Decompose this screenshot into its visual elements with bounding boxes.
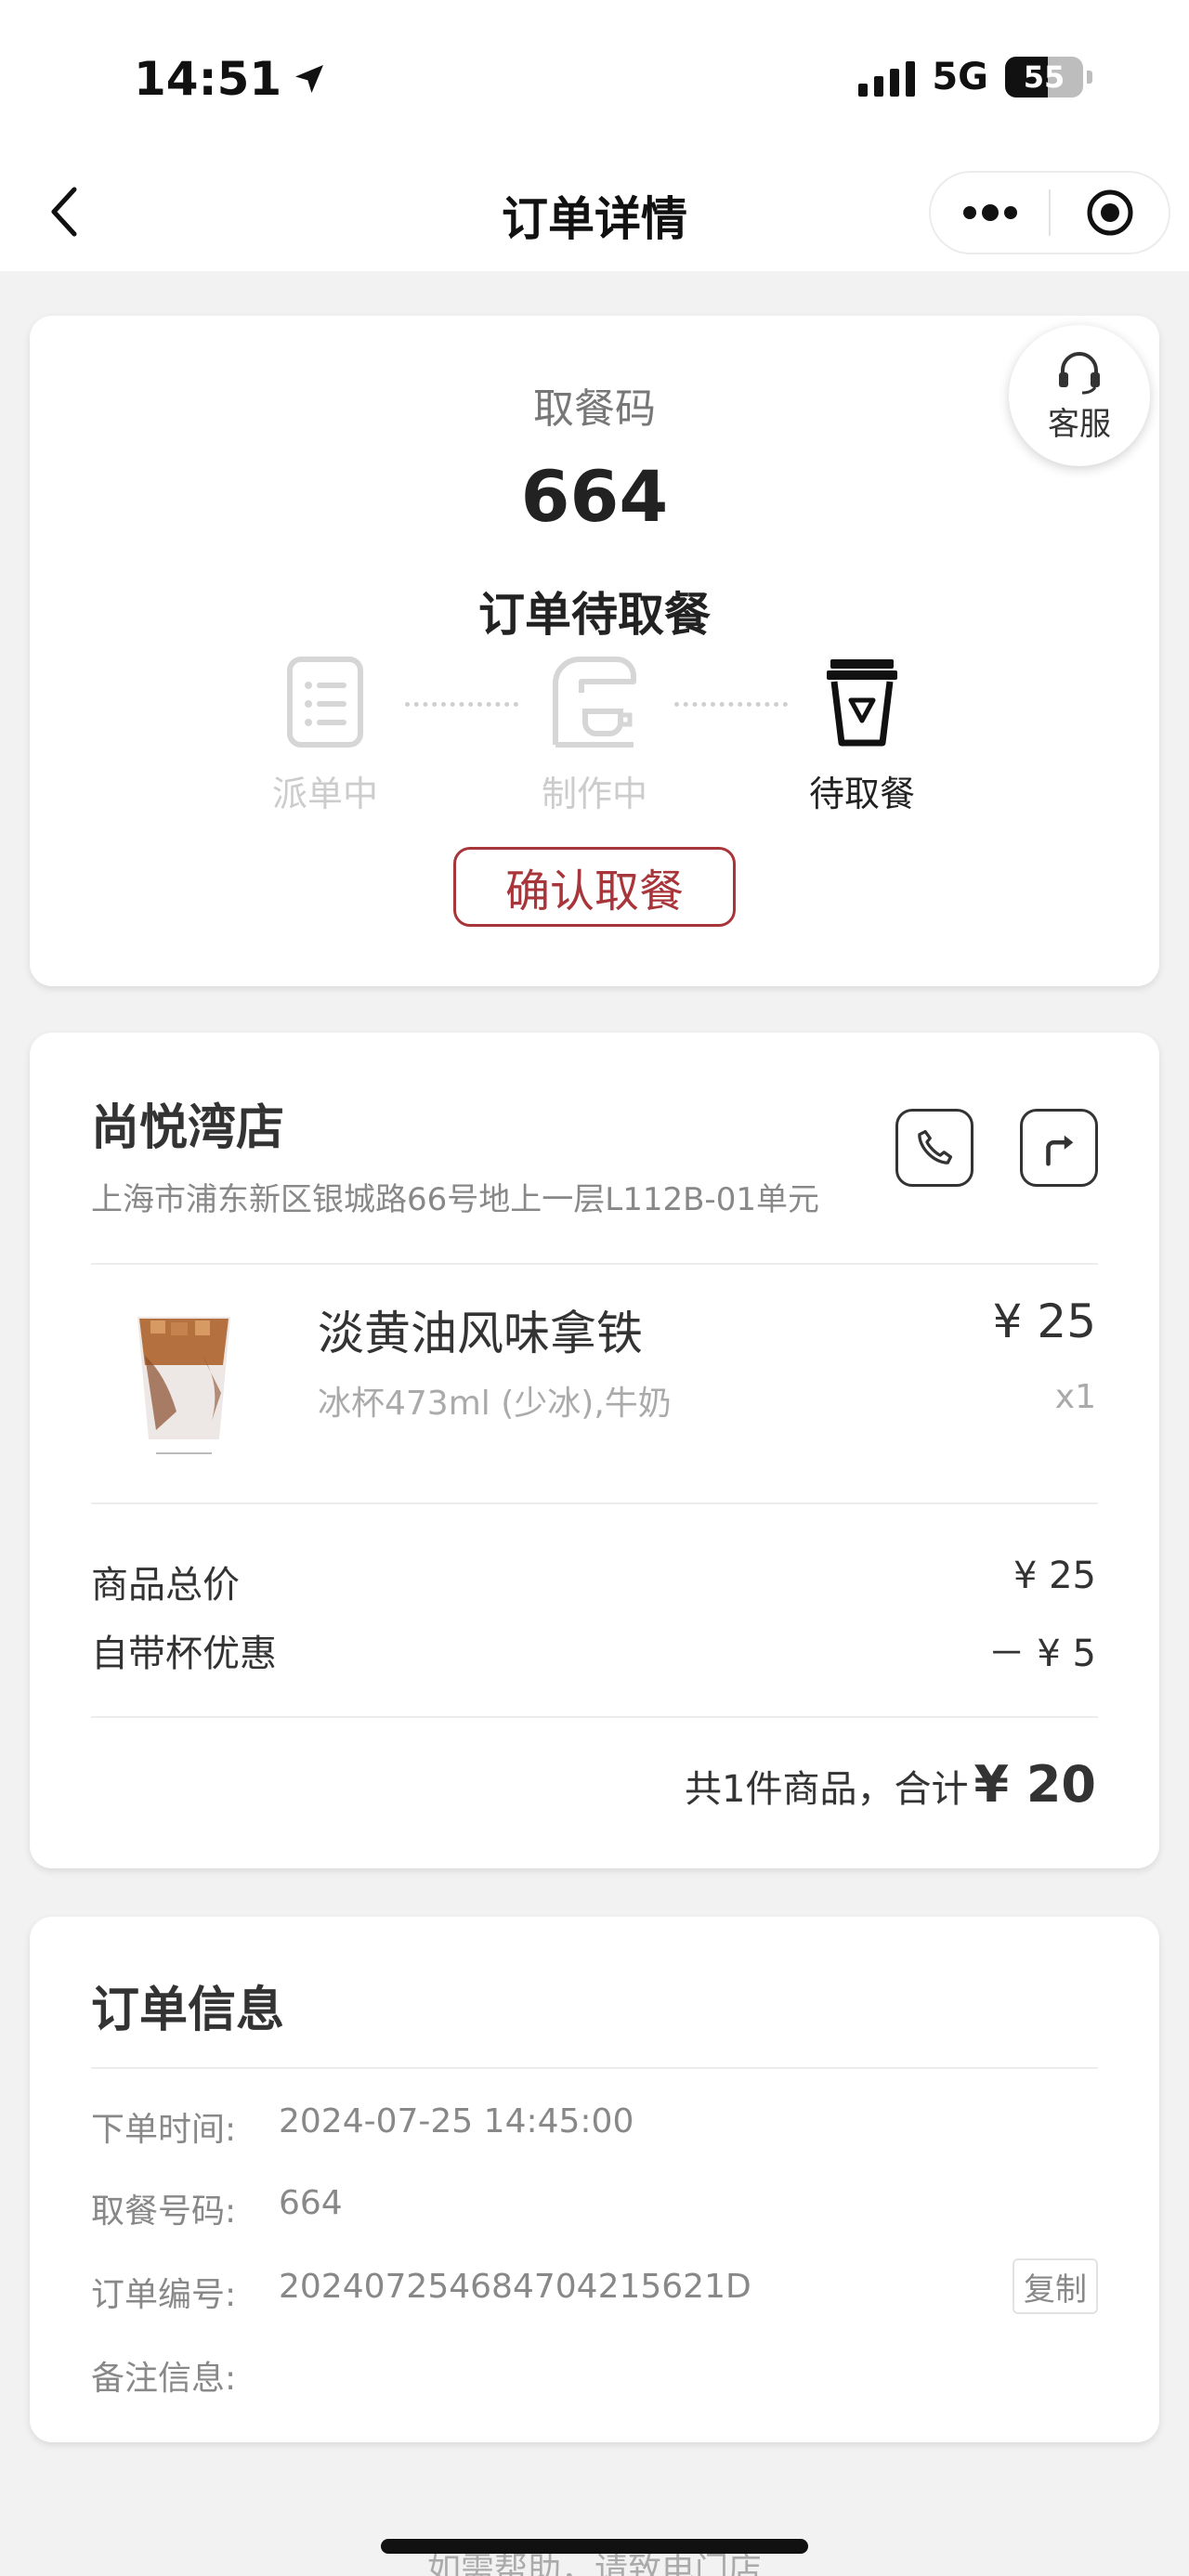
step-making: 制作中 [520,656,669,816]
store-name: 尚悦湾店 [91,1100,285,1156]
cellular-signal-icon [858,58,916,97]
pickup-number-value: 664 [279,2184,343,2222]
discount-label: 自带杯优惠 [91,1633,277,1675]
copy-order-number-button[interactable]: 复制 [1013,2258,1098,2314]
product-price: ¥ 25 [992,1295,1096,1348]
location-arrow-icon [295,65,324,93]
status-indicators: 5G 55 [858,56,1092,98]
product-image-iced-latte [137,1317,230,1454]
close-mini-program-button[interactable] [1051,173,1169,253]
total-amount: ¥ 20 [973,1755,1096,1814]
order-list-icon [287,657,363,748]
phone-icon [918,1129,953,1164]
home-indicator [381,2539,808,2554]
step-connector-1 [405,702,518,707]
total-text: 共1件商品，合计 [685,1768,969,1811]
call-store-button[interactable] [895,1109,973,1187]
subtotal-label: 商品总价 [91,1564,240,1607]
battery-percent: 55 [1023,59,1065,95]
mini-program-capsule [929,171,1170,254]
network-type: 5G [932,56,988,98]
divider [91,2067,1098,2069]
battery-tip [1087,71,1092,84]
order-info-title: 订单信息 [91,1983,285,2038]
subtotal-value: ¥ 25 [1013,1555,1096,1597]
more-dots-icon [962,204,1017,221]
order-number-value: 20240725468470421562​1D [279,2268,751,2306]
divider [91,1503,1098,1504]
order-time-label: 下单时间: [91,2111,237,2149]
order-status-title: 订单待取餐 [478,588,711,642]
store-address: 上海市浦东新区银城路66号地上一层L112B-01单元 [91,1181,819,1218]
discount-value: － ¥ 5 [987,1633,1096,1675]
order-number-label: 订单编号: [91,2276,237,2314]
product-name: 淡黄油风味拿铁 [318,1307,643,1360]
confirm-pickup-button[interactable]: 确认取餐 [453,847,736,927]
coffee-machine-icon [553,657,636,748]
step-connector-2 [674,702,788,707]
product-spec: 冰杯473ml (少冰),牛奶 [318,1385,672,1423]
more-button[interactable] [931,173,1049,253]
cup-icon [827,659,897,747]
remark-label: 备注信息: [91,2360,237,2398]
step-ready: 待取餐 [788,656,936,816]
order-total: 共1件商品，合计 ¥ 20 [685,1755,1096,1814]
navigate-store-button[interactable] [1020,1109,1098,1187]
pickup-code-label: 取餐码 [533,385,656,433]
turn-right-arrow-icon [1046,1135,1074,1166]
divider [91,1263,1098,1265]
battery-icon: 55 [1005,57,1083,98]
step-label-dispatching: 派单中 [271,774,378,814]
product-quantity: x1 [1054,1378,1096,1416]
target-circle-icon [1087,189,1132,236]
step-dispatching: 派单中 [251,656,399,816]
time-text: 14:51 [134,52,282,106]
divider [91,1716,1098,1718]
pickup-number-label: 取餐号码: [91,2192,237,2231]
status-time: 14:51 [134,52,328,106]
pickup-code: 664 [520,455,669,538]
top-bar: 14:51 5G 55 订单详情 [0,0,1189,271]
order-time-value: 2024-07-25 14:45:00 [279,2102,634,2140]
step-label-ready: 待取餐 [808,774,915,814]
step-label-making: 制作中 [541,774,647,814]
